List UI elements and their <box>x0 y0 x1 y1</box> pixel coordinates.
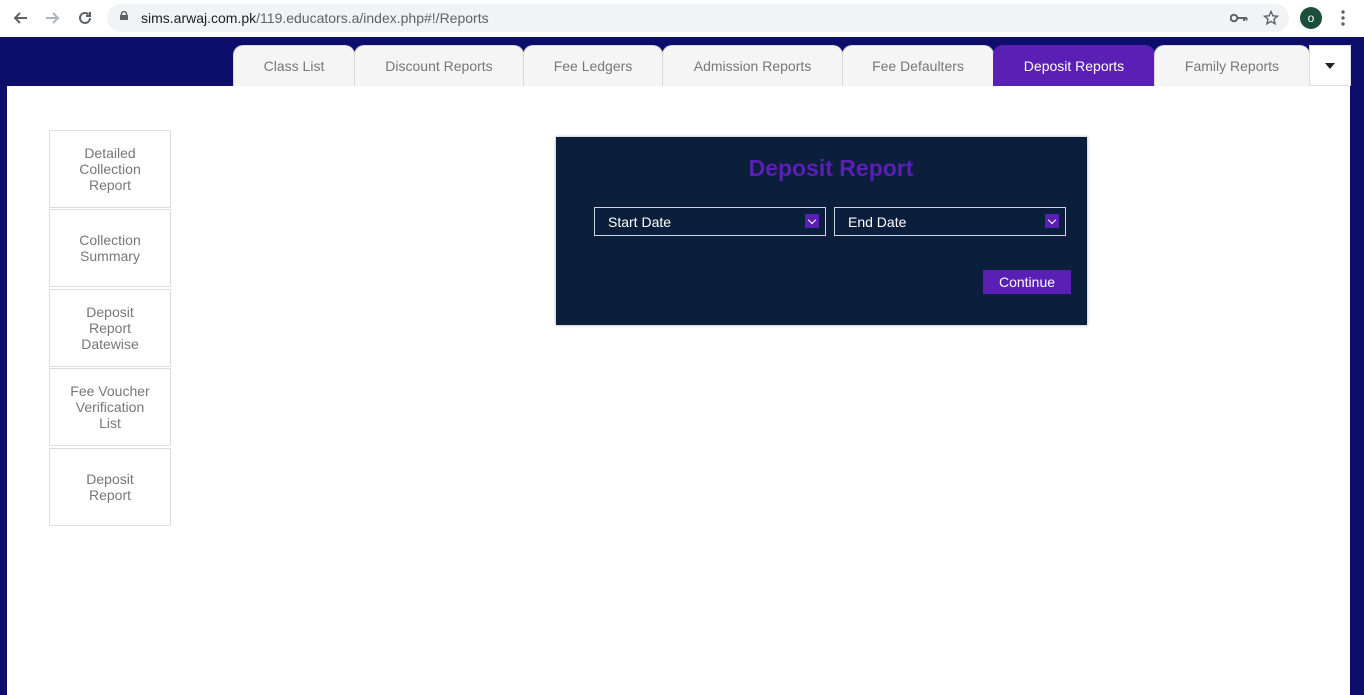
sidebar-item-detailed-collection-report[interactable]: Detailed Collection Report <box>49 130 171 208</box>
sidebar-item-deposit-report-datewise[interactable]: Deposit Report Datewise <box>49 289 171 367</box>
forward-arrow-icon[interactable] <box>41 6 65 30</box>
end-date-label: End Date <box>848 213 907 230</box>
continue-button[interactable]: Continue <box>983 270 1071 294</box>
url-text[interactable]: sims.arwaj.com.pk/119.educators.a/index.… <box>141 10 489 26</box>
start-date-label: Start Date <box>608 213 672 230</box>
more-vert-icon[interactable] <box>1331 6 1355 30</box>
reload-icon[interactable] <box>73 6 97 30</box>
tab-discount-reports[interactable]: Discount Reports <box>354 45 524 86</box>
tab-family-reports[interactable]: Family Reports <box>1154 45 1310 86</box>
tab-fee-ledgers[interactable]: Fee Ledgers <box>523 45 663 86</box>
browser-toolbar: sims.arwaj.com.pk/119.educators.a/index.… <box>0 0 1364 37</box>
chevron-down-icon <box>805 214 819 228</box>
end-date-select[interactable]: End Date <box>834 207 1066 236</box>
tab-class-list[interactable]: Class List <box>233 45 355 86</box>
sidebar-item-collection-summary[interactable]: Collection Summary <box>49 209 171 287</box>
start-date-select[interactable]: Start Date <box>594 207 826 236</box>
star-icon[interactable] <box>1259 6 1283 30</box>
tabs-more-button[interactable] <box>1309 45 1351 86</box>
tab-admission-reports[interactable]: Admission Reports <box>662 45 843 86</box>
profile-avatar[interactable]: o <box>1300 7 1322 29</box>
tab-fee-defaulters[interactable]: Fee Defaulters <box>842 45 994 86</box>
chevron-down-icon <box>1045 214 1059 228</box>
sidebar-item-fee-voucher-verification-list[interactable]: Fee Voucher Verification List <box>49 368 171 446</box>
url-path: /119.educators.a/index.php#!/Reports <box>256 10 489 26</box>
sidebar-item-deposit-report[interactable]: Deposit Report <box>49 448 171 526</box>
lock-icon <box>120 11 128 20</box>
caret-down-icon <box>1325 62 1335 69</box>
panel-title: Deposit Report <box>748 155 914 181</box>
url-host: sims.arwaj.com.pk <box>141 10 257 26</box>
back-arrow-icon[interactable] <box>8 6 32 30</box>
key-icon[interactable] <box>1227 6 1251 30</box>
tab-deposit-reports[interactable]: Deposit Reports <box>993 45 1155 86</box>
